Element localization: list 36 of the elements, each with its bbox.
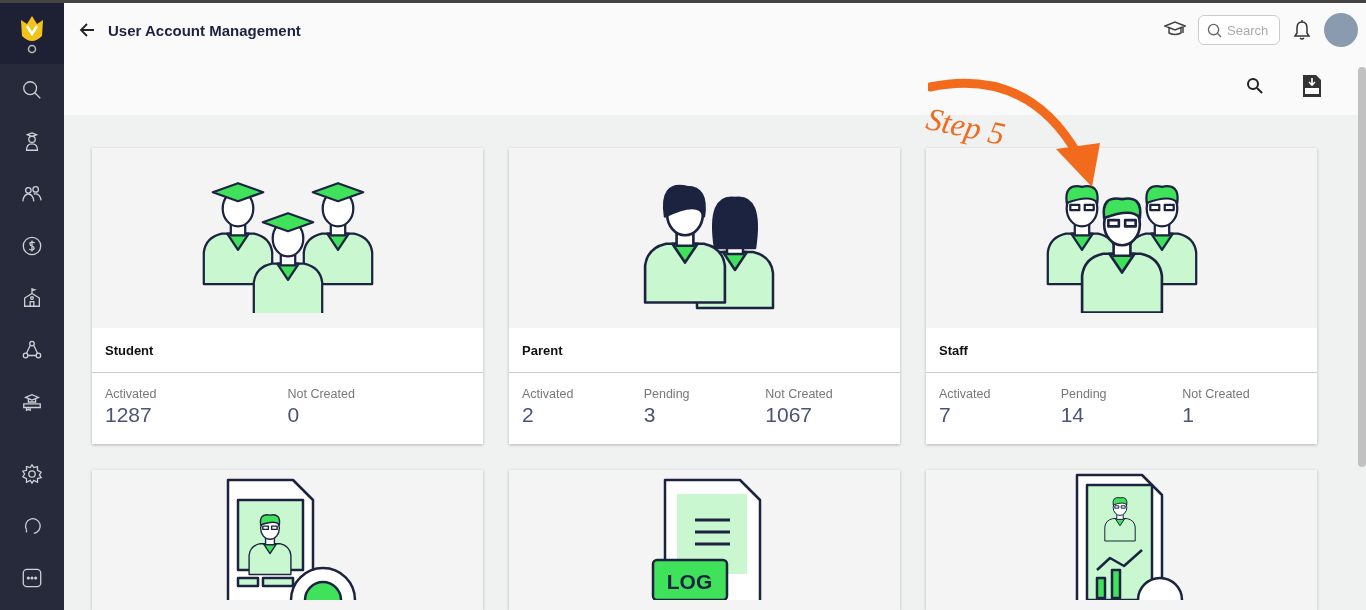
card-title[interactable]: Parent: [522, 342, 563, 358]
graduation-icon[interactable]: [21, 391, 43, 413]
stat-value: 0: [287, 403, 301, 427]
search-icon: [1207, 23, 1222, 39]
log-label: LOG: [665, 570, 714, 594]
stat-value: 3: [643, 403, 657, 427]
stat-label: Not Created: [1182, 387, 1251, 401]
bell-icon[interactable]: [1292, 19, 1312, 42]
stat-label: Pending: [1060, 387, 1108, 401]
stat-label: Pending: [643, 387, 691, 401]
step-annotation: Step 5: [923, 100, 1009, 153]
stat-value: 1: [1182, 403, 1195, 427]
settings-icon[interactable]: [21, 463, 43, 485]
more-icon[interactable]: [21, 567, 43, 589]
avatar[interactable]: [1324, 13, 1358, 48]
stat-label: Not Created: [765, 387, 834, 401]
stat-value: 7: [939, 403, 952, 427]
search-field[interactable]: Search: [1198, 15, 1280, 46]
card-title[interactable]: Staff: [939, 342, 968, 358]
page-title: User Account Management: [108, 21, 302, 39]
school-icon[interactable]: [21, 287, 43, 309]
card-title[interactable]: Student: [105, 342, 154, 358]
network-icon[interactable]: [21, 339, 43, 361]
stat-value: 1287: [105, 403, 153, 427]
stat-label: Activated: [939, 387, 992, 401]
xls-download-icon[interactable]: [1302, 74, 1322, 99]
search-icon[interactable]: [21, 79, 43, 101]
stat-label: Activated: [105, 387, 158, 401]
stat-value: 1067: [765, 403, 814, 427]
scrollbar[interactable]: [1358, 67, 1366, 467]
stat-value: 14: [1060, 403, 1085, 427]
stat-label: Not Created: [287, 387, 356, 401]
search-icon[interactable]: [1246, 77, 1264, 96]
stat-value: 2: [522, 403, 535, 427]
stat-label: Activated: [522, 387, 575, 401]
dollar-icon[interactable]: [21, 235, 43, 257]
